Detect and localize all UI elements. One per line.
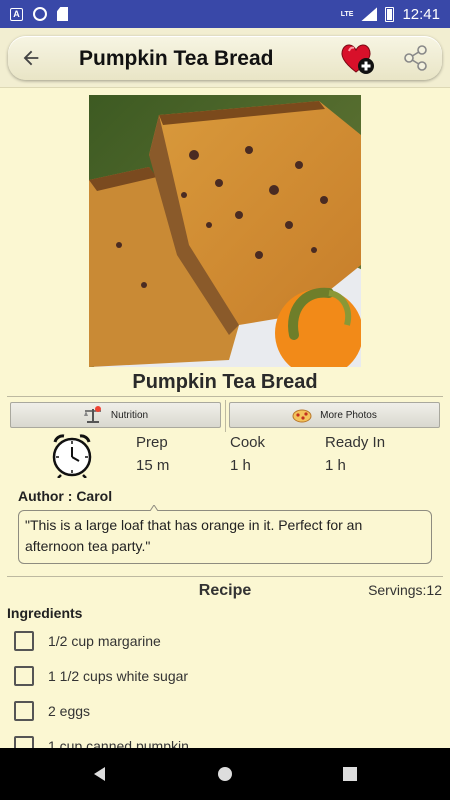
share-icon xyxy=(404,45,427,71)
ingredient-item[interactable]: 1 1/2 cups white sugar xyxy=(14,666,188,686)
author-label: Author : Carol xyxy=(18,488,113,504)
heart-plus-icon xyxy=(341,44,374,74)
recipe-name: Pumpkin Tea Bread xyxy=(132,371,318,393)
system-nav-bar xyxy=(0,748,450,800)
recipe-photo[interactable] xyxy=(89,95,361,367)
signal-icon xyxy=(361,7,378,21)
arrow-left-icon xyxy=(23,50,39,66)
prep-label: Prep xyxy=(136,434,168,451)
toolbar-pill: Pumpkin Tea Bread xyxy=(8,36,442,80)
nav-recents-icon[interactable] xyxy=(340,764,360,784)
back-button[interactable] xyxy=(18,45,44,71)
divider xyxy=(7,396,443,397)
cook-time: Cook 1 h xyxy=(230,434,265,474)
ingredient-text: 2 eggs xyxy=(48,703,91,719)
cook-label: Cook xyxy=(230,434,266,451)
ingredient-checkbox[interactable] xyxy=(14,666,34,686)
ready-value: 1 h xyxy=(325,457,346,474)
share-button[interactable] xyxy=(402,44,430,72)
description-box: "This is a large loaf that has orange in… xyxy=(18,510,432,564)
cook-value: 1 h xyxy=(230,457,251,474)
battery-icon xyxy=(385,6,395,22)
ready-time: Ready In 1 h xyxy=(325,434,385,474)
servings-count: Servings:12 xyxy=(368,582,442,598)
ingredient-checkbox[interactable] xyxy=(14,631,34,651)
pizza-icon xyxy=(292,409,312,423)
sd-card-icon xyxy=(57,7,68,21)
alarm-clock-icon xyxy=(52,434,92,478)
scale-icon xyxy=(83,406,101,423)
ingredient-text: 1 1/2 cups white sugar xyxy=(48,668,189,684)
divider xyxy=(7,576,443,577)
ingredient-item[interactable]: 2 eggs xyxy=(14,701,90,721)
ingredient-text: 1/2 cup margarine xyxy=(48,633,161,649)
notification-a-icon: A xyxy=(10,7,23,21)
ingredients-header: Ingredients xyxy=(7,605,83,621)
app-toolbar: Pumpkin Tea Bread xyxy=(0,28,450,88)
network-type: LTE xyxy=(340,10,354,18)
nav-back-icon[interactable] xyxy=(90,764,110,784)
ready-label: Ready In xyxy=(325,434,386,451)
nav-home-icon[interactable] xyxy=(215,764,235,784)
add-favorite-button[interactable] xyxy=(339,42,377,76)
more-photos-button[interactable]: More Photos xyxy=(229,402,440,428)
page-title: Pumpkin Tea Bread xyxy=(79,47,274,70)
nutrition-label: Nutrition xyxy=(110,409,149,421)
ingredient-item[interactable]: 1/2 cup margarine xyxy=(14,631,161,651)
sync-circle-icon xyxy=(33,7,47,21)
prep-time: Prep 15 m xyxy=(136,434,169,474)
nutrition-button[interactable]: Nutrition xyxy=(10,402,221,428)
clock-time: 12:41 xyxy=(402,5,440,23)
prep-value: 15 m xyxy=(136,457,170,474)
speech-notch xyxy=(150,505,158,511)
status-bar: A LTE 12:41 xyxy=(0,0,450,28)
more-photos-label: More Photos xyxy=(320,409,377,421)
tab-divider xyxy=(225,400,226,432)
ingredient-checkbox[interactable] xyxy=(14,701,34,721)
